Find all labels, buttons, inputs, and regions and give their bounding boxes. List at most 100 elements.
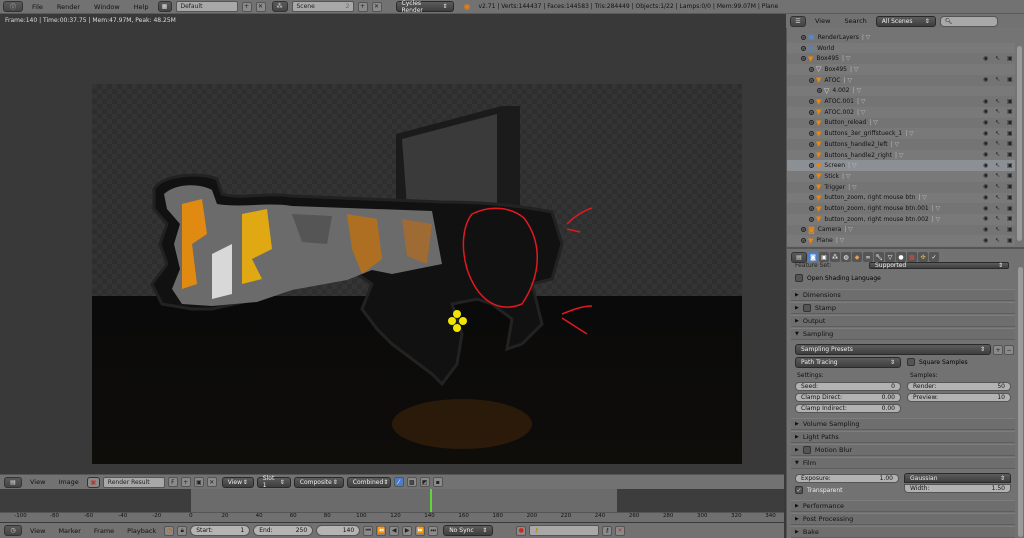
expand-toggle-icon[interactable]: +: [801, 45, 806, 51]
render-layer-select[interactable]: Composite ⇕: [293, 476, 344, 488]
renderable-camera-icon[interactable]: ▣: [1007, 55, 1013, 62]
renderable-camera-icon[interactable]: ▣: [1007, 237, 1013, 244]
visibility-eye-icon[interactable]: ◉: [983, 216, 989, 222]
visibility-eye-icon[interactable]: ◉: [983, 98, 989, 105]
outliner-scrollbar[interactable]: [1017, 46, 1022, 241]
clamp-indirect-field[interactable]: Clamp Indirect: 0.00: [795, 404, 901, 413]
image-name-field[interactable]: Render Result: [102, 476, 165, 488]
expand-toggle-icon[interactable]: +: [809, 66, 814, 72]
square-samples-checkbox[interactable]: Square Samples: [907, 358, 968, 366]
draw-channels-color-button[interactable]: ⁄: [393, 477, 404, 487]
visibility-eye-icon[interactable]: ◉: [983, 141, 989, 147]
jump-start-button[interactable]: ⏮: [363, 525, 374, 536]
expand-toggle-icon[interactable]: +: [809, 173, 814, 179]
menu-marker[interactable]: Marker: [53, 527, 85, 535]
selectable-cursor-icon[interactable]: ↖: [995, 55, 1001, 62]
expand-toggle-icon[interactable]: +: [809, 120, 814, 126]
selectable-cursor-icon[interactable]: ↖: [995, 205, 1001, 212]
panel-film[interactable]: ▼ Film: [791, 457, 1015, 469]
renderable-camera-icon[interactable]: ▣: [1007, 194, 1013, 201]
visibility-eye-icon[interactable]: ◉: [983, 205, 989, 212]
outliner-row[interactable]: + ▣ RenderLayers | ▽: [787, 32, 1015, 43]
outliner-row[interactable]: + ▼ ATOC | ▽ ◉ ↖ ▣: [787, 75, 1015, 86]
draw-channels-alpha-button[interactable]: ▩: [406, 477, 417, 487]
expand-toggle-icon[interactable]: +: [801, 238, 806, 244]
expand-toggle-icon[interactable]: +: [809, 141, 814, 147]
panel-motion-blur[interactable]: ▶ Motion Blur: [791, 444, 1015, 456]
filter-width-field[interactable]: Width: 1.50: [904, 484, 1011, 493]
menu-view[interactable]: View: [25, 478, 50, 486]
render-pass-select[interactable]: Combined ⇕: [346, 476, 391, 488]
render-layers-tab-icon[interactable]: ▣: [819, 252, 829, 262]
physics-tab-icon[interactable]: ✓: [929, 252, 939, 262]
outliner-row[interactable]: + ▼ Plane | ▽ ◉ ↖ ▣: [787, 235, 1015, 246]
image-browse-button[interactable]: ▣: [86, 476, 100, 488]
selectable-cursor-icon[interactable]: ↖: [995, 130, 1001, 137]
data-tab-icon[interactable]: ▽: [885, 252, 895, 262]
add-layout-button[interactable]: +: [241, 1, 252, 12]
expand-toggle-icon[interactable]: +: [801, 227, 806, 233]
modifiers-tab-icon[interactable]: 🔧︎: [874, 252, 884, 262]
expand-toggle-icon[interactable]: +: [801, 34, 806, 40]
visibility-eye-icon[interactable]: ◉: [983, 194, 989, 201]
scene-browse-button[interactable]: ⁂: [271, 1, 288, 12]
outliner-item-name[interactable]: ATOC.001: [824, 98, 854, 105]
outliner-row[interactable]: + ▼ ATOC.002 | ▽ ◉ ↖ ▣: [787, 106, 1015, 118]
outliner-item-name[interactable]: Stick: [824, 173, 839, 180]
outliner-item-name[interactable]: button_zoom, right mouse btn.001: [824, 205, 928, 212]
outliner-row[interactable]: + ▼ button_zoom, right mouse btn | ▽ ◉ ↖ ▣: [787, 192, 1015, 204]
visibility-eye-icon[interactable]: ◉: [983, 119, 989, 126]
outliner-row[interactable]: + ▼ button_zoom, right mouse btn.001 | ▽ ◉ ↖…: [787, 203, 1015, 214]
outliner-tree[interactable]: + ▣ RenderLayers | ▽ + ◍ World + ▼ Box495 | ▽ ◉ ↖ ▣…: [786, 28, 1024, 247]
renderable-camera-icon[interactable]: ▣: [1007, 184, 1013, 190]
outliner-row[interactable]: + ▼ Screen | ▽ ◉ ↖ ▣: [787, 160, 1015, 172]
renderable-camera-icon[interactable]: ▣: [1007, 205, 1013, 212]
renderable-camera-icon[interactable]: ▣: [1007, 173, 1013, 179]
outliner-item-name[interactable]: Buttons_handle2_left: [824, 141, 887, 148]
sync-mode-select[interactable]: No Sync ⇕: [443, 525, 494, 536]
selectable-cursor-icon[interactable]: ↖: [995, 77, 1001, 83]
render-slot-select[interactable]: Slot 1 ⇕: [256, 475, 291, 489]
end-frame-field[interactable]: End: 250: [253, 525, 314, 536]
visibility-eye-icon[interactable]: ◉: [983, 184, 989, 190]
image-editor[interactable]: Frame:140 | Time:00:37.75 | Mem:47.97M, …: [0, 14, 784, 470]
selectable-cursor-icon[interactable]: ↖: [995, 184, 1001, 190]
preview-samples-field[interactable]: Preview: 10: [907, 393, 1011, 402]
sampling-presets-select[interactable]: Sampling Presets ⇕: [795, 344, 991, 355]
texture-tab-icon[interactable]: ▩: [907, 252, 917, 262]
timeline-editor[interactable]: -100 -80 -60 -40 -20 0 20 40 60 80 100 120 140 160 180…: [0, 489, 784, 522]
render-samples-field[interactable]: Render: 50: [907, 382, 1011, 391]
outliner-row[interactable]: + ▼ Trigger | ▽ ◉ ↖ ▣: [787, 182, 1015, 193]
add-scene-button[interactable]: +: [357, 1, 368, 12]
selectable-cursor-icon[interactable]: ↖: [995, 173, 1001, 179]
display-mode-select[interactable]: All Scenes ⇕: [875, 15, 936, 27]
clamp-direct-field[interactable]: Clamp Direct: 0.00: [795, 393, 901, 402]
selectable-cursor-icon[interactable]: ↖: [995, 119, 1001, 126]
visibility-eye-icon[interactable]: ◉: [983, 237, 989, 244]
selectable-cursor-icon[interactable]: ↖: [995, 152, 1001, 158]
renderable-camera-icon[interactable]: ▣: [1007, 119, 1013, 126]
outliner-item-name[interactable]: Camera: [818, 226, 842, 233]
renderable-camera-icon[interactable]: ▣: [1007, 130, 1013, 137]
visibility-eye-icon[interactable]: ◉: [983, 77, 989, 83]
seed-field[interactable]: Seed: 0: [795, 382, 901, 391]
outliner-row[interactable]: + ▼ Buttons_handle2_left | ▽ ◉ ↖ ▣: [787, 139, 1015, 150]
constraints-tab-icon[interactable]: ∞: [863, 252, 873, 262]
expand-toggle-icon[interactable]: +: [809, 206, 814, 212]
render-tab-camera-icon[interactable]: ◙: [808, 252, 818, 262]
visibility-eye-icon[interactable]: ◉: [983, 173, 989, 179]
selectable-cursor-icon[interactable]: ↖: [995, 109, 1001, 115]
outliner-row[interactable]: + ▼ Buttons_handle2_right | ▽ ◉ ↖ ▣: [787, 149, 1015, 161]
renderable-camera-icon[interactable]: ▣: [1007, 98, 1013, 105]
panel-light-paths[interactable]: ▶ Light Paths: [791, 431, 1015, 443]
view-mode-select[interactable]: View ⇕: [221, 476, 254, 488]
expand-toggle-icon[interactable]: +: [809, 195, 814, 201]
panel-volume-sampling[interactable]: ▶ Volume Sampling: [791, 418, 1015, 430]
unlink-image-button[interactable]: ✕: [206, 477, 217, 487]
outliner-item-name[interactable]: Button_reload: [824, 119, 866, 126]
feature-set-select[interactable]: Supported ⇕: [869, 262, 1009, 269]
menu-help[interactable]: Help: [129, 3, 154, 11]
outliner-row[interactable]: + ▼ ATOC.001 | ▽ ◉ ↖ ▣: [787, 96, 1015, 107]
new-image-button[interactable]: +: [180, 477, 191, 487]
selectable-cursor-icon[interactable]: ↖: [995, 98, 1001, 105]
